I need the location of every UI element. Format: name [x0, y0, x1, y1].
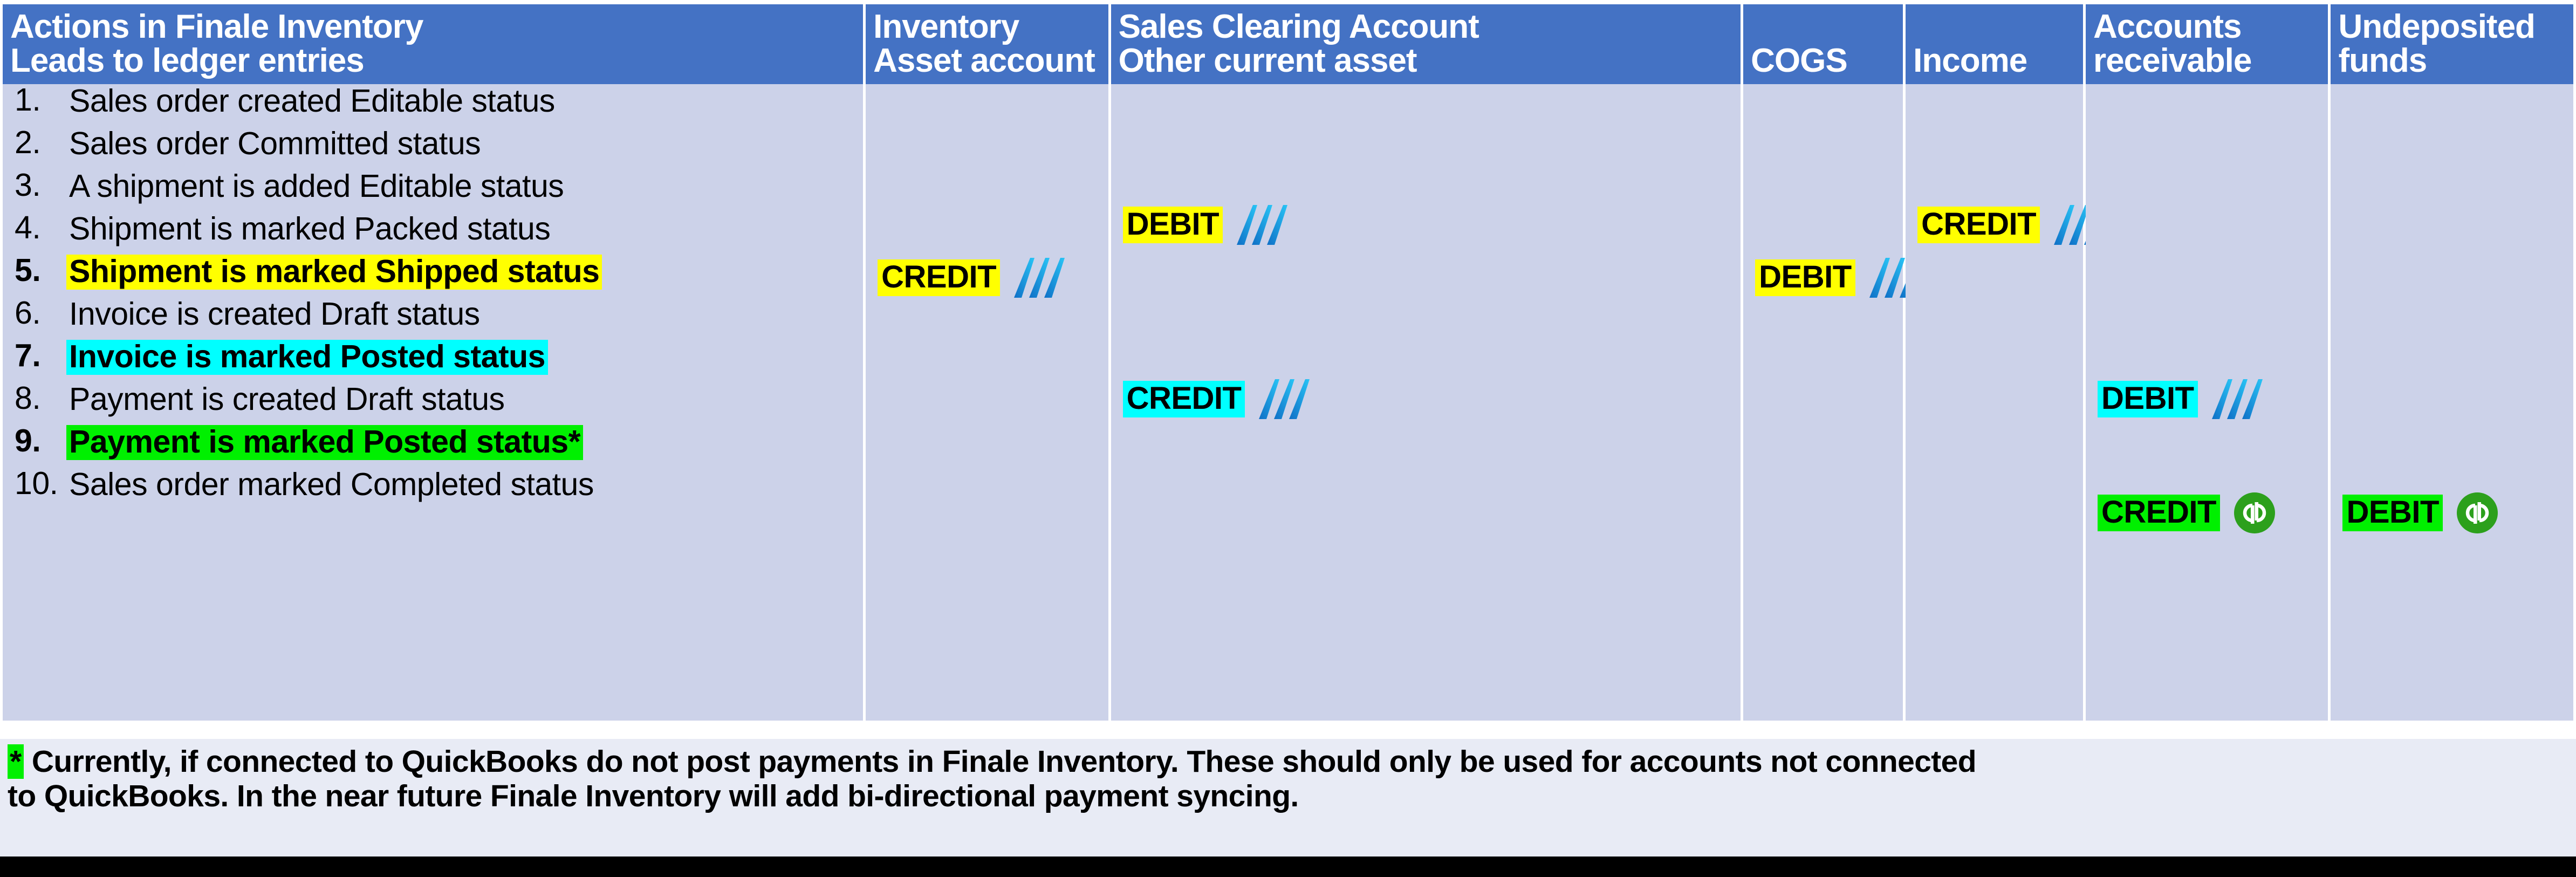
- footnote-text-1: Currently, if connected to QuickBooks do…: [31, 744, 1977, 779]
- column-header-undeposited-funds-line1: Undeposited: [2338, 8, 2535, 45]
- ledger-entry-label: CREDIT: [878, 259, 1000, 297]
- ledger-entry: DEBIT: [2098, 378, 2272, 420]
- quickbooks-icon: [2234, 492, 2275, 534]
- action-item-label: Sales order marked Completed status: [69, 467, 594, 503]
- action-item-label: Invoice is marked Posted status: [66, 340, 548, 375]
- action-item: 8. Payment is created Draft status: [3, 382, 863, 418]
- actions-list-cell: 1. Sales order created Editable status 2. S…: [3, 84, 864, 721]
- action-item-number: 10.: [15, 465, 58, 502]
- entry-cell-accounts-receivable: DEBIT CREDIT: [2086, 84, 2328, 721]
- action-item-label: Shipment is marked Shipped status: [66, 255, 602, 290]
- column-header-inventory-line1: Inventory: [873, 8, 1019, 45]
- action-item-label: Payment is marked Posted status*: [66, 425, 584, 461]
- action-item-label: Sales order Committed status: [69, 126, 481, 162]
- action-item-number: 9.: [15, 423, 41, 459]
- bottom-black-bar: [0, 857, 2576, 877]
- table-body-row: 1. Sales order created Editable status 2. S…: [3, 84, 2573, 721]
- ledger-entry-label: CREDIT: [2098, 495, 2220, 532]
- action-item-number: 1.: [15, 82, 41, 118]
- action-item: 1. Sales order created Editable status: [3, 84, 863, 120]
- column-header-undeposited-funds: Undeposited funds: [2331, 4, 2573, 85]
- column-header-accounts-receivable-line2: receivable: [2093, 42, 2252, 80]
- finale-logo-icon: [1014, 257, 1074, 299]
- ledger-entry: DEBIT: [1122, 204, 1298, 246]
- ledger-entry-label: DEBIT: [1122, 207, 1223, 244]
- column-header-actions-line2: Leads to ledger entries: [10, 42, 365, 80]
- entry-cell-undeposited-funds: DEBIT: [2331, 84, 2573, 721]
- column-header-income: Income: [1906, 4, 2083, 85]
- ledger-entry: CREDIT: [1917, 204, 2114, 246]
- ledger-entry: CREDIT: [878, 257, 1074, 299]
- column-header-undeposited-funds-line2: funds: [2338, 42, 2427, 80]
- action-item-label: Shipment is marked Packed status: [69, 211, 551, 247]
- action-item-number: 8.: [15, 380, 41, 416]
- ledger-table: Actions in Finale Inventory Leads to led…: [0, 4, 2576, 721]
- footnote-text-2: to QuickBooks. In the near future Finale…: [8, 779, 1299, 814]
- column-header-income-line1: Income: [1913, 42, 2027, 80]
- action-item: 3. A shipment is added Editable status: [3, 169, 863, 205]
- entry-cell-cogs: DEBIT: [1743, 84, 1920, 721]
- action-item-number: 3.: [15, 167, 41, 203]
- action-item-number: 6.: [15, 295, 41, 331]
- entry-cell-income: CREDIT: [1906, 84, 2105, 721]
- column-header-cogs: COGS: [1743, 4, 1903, 85]
- actions-list: 1. Sales order created Editable status 2. S…: [3, 84, 863, 503]
- column-header-sales-clearing-line1: Sales Clearing Account: [1118, 8, 1479, 45]
- action-item: 7. Invoice is marked Posted status: [3, 340, 863, 375]
- action-item: 10. Sales order marked Completed status: [3, 468, 863, 503]
- action-item-label: A shipment is added Editable status: [69, 168, 564, 204]
- column-header-accounts-receivable: Accounts receivable: [2086, 4, 2328, 85]
- action-item-number: 7.: [15, 338, 41, 374]
- footnote-asterisk: *: [8, 744, 24, 779]
- action-item-label: Payment is created Draft status: [69, 381, 505, 417]
- ledger-entry: DEBIT: [2342, 492, 2498, 534]
- action-item: 9. Payment is marked Posted status*: [3, 425, 863, 461]
- ledger-entry: DEBIT: [1755, 257, 1930, 299]
- column-header-sales-clearing-line2: Other current asset: [1118, 42, 1417, 80]
- column-header-actions: Actions in Finale Inventory Leads to led…: [3, 4, 864, 85]
- action-item-number: 2.: [15, 125, 41, 161]
- ledger-entry-label: DEBIT: [2342, 495, 2443, 532]
- ledger-entry-label: CREDIT: [1122, 381, 1245, 418]
- ledger-table-container: Actions in Finale Inventory Leads to led…: [0, 4, 2576, 732]
- finale-logo-icon: [2211, 378, 2272, 420]
- column-header-actions-line1: Actions in Finale Inventory: [10, 8, 423, 45]
- action-item: 4. Shipment is marked Packed status: [3, 212, 863, 248]
- finale-logo-icon: [1259, 378, 1319, 420]
- footnote-line-1: * Currently, if connected to QuickBooks …: [8, 744, 2567, 779]
- action-item-number: 4.: [15, 210, 41, 246]
- ledger-entry: CREDIT: [1122, 378, 1320, 420]
- action-item-label: Sales order created Editable status: [69, 83, 555, 119]
- finale-logo-icon: [1237, 204, 1297, 246]
- footnote-panel: * Currently, if connected to QuickBooks …: [0, 739, 2576, 857]
- ledger-entry: CREDIT: [2098, 492, 2275, 534]
- column-header-cogs-line1: COGS: [1751, 42, 1848, 80]
- column-header-inventory: Inventory Asset account: [866, 4, 1108, 85]
- ledger-entry-label: DEBIT: [1755, 259, 1855, 297]
- action-item-label: Invoice is created Draft status: [69, 296, 480, 332]
- entry-cell-inventory: CREDIT: [866, 84, 1108, 721]
- ledger-entry-label: DEBIT: [2098, 381, 2198, 418]
- column-header-accounts-receivable-line1: Accounts: [2093, 8, 2242, 45]
- action-item: 5. Shipment is marked Shipped status: [3, 255, 863, 290]
- column-header-inventory-line2: Asset account: [873, 42, 1095, 80]
- footnote-line-2: to QuickBooks. In the near future Finale…: [8, 779, 2567, 813]
- action-item: 6. Invoice is created Draft status: [3, 297, 863, 333]
- column-header-sales-clearing: Sales Clearing Account Other current ass…: [1111, 4, 1741, 85]
- ledger-entry-label: CREDIT: [1917, 207, 2040, 244]
- entry-cell-sales-clearing: DEBIT CREDIT: [1111, 84, 1741, 721]
- table-header-row: Actions in Finale Inventory Leads to led…: [3, 4, 2573, 85]
- quickbooks-icon: [2456, 492, 2498, 534]
- action-item: 2. Sales order Committed status: [3, 127, 863, 162]
- action-item-number: 5.: [15, 252, 41, 289]
- ledger-mapping-diagram: Actions in Finale Inventory Leads to led…: [0, 0, 2576, 877]
